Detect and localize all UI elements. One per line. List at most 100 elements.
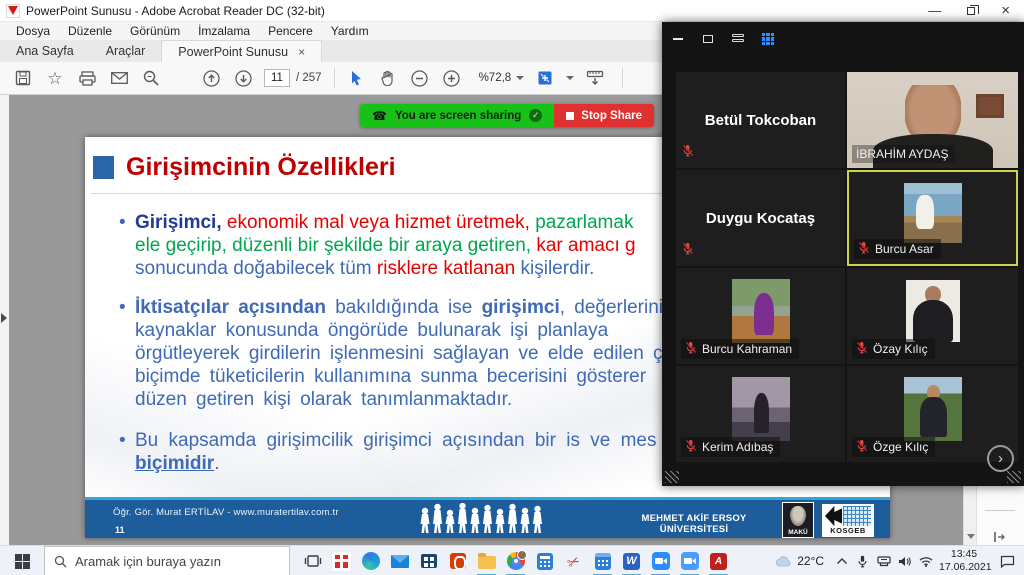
edge-taskbar-icon[interactable] [356, 546, 385, 575]
participant-tile-kerim-adıbaş[interactable]: Kerim Adıbaş [676, 366, 845, 462]
toolbar-separator [333, 68, 335, 88]
page-fit-icon[interactable] [532, 66, 558, 90]
star-icon[interactable]: ☆ [42, 66, 68, 90]
chrome-taskbar-icon[interactable] [501, 546, 530, 575]
panel-divider [985, 510, 1015, 511]
mic-icon[interactable] [854, 546, 872, 575]
close-button[interactable]: × [1001, 3, 1010, 18]
participant-video [903, 183, 962, 244]
title-bar: PowerPoint Sunusu - Adobe Acrobat Reader… [0, 0, 1024, 22]
title-bullet-square [93, 156, 114, 179]
hand-icon[interactable] [375, 66, 401, 90]
menu-item-yardım[interactable]: Yardım [323, 23, 377, 39]
participant-video [905, 280, 960, 343]
search-icon[interactable] [138, 66, 164, 90]
maku-portrait [790, 506, 806, 526]
menu-item-i̇mzalama[interactable]: İmzalama [190, 23, 258, 39]
taskbar-search-input[interactable]: Aramak için buraya yazın [44, 546, 290, 575]
store-taskbar-icon[interactable] [414, 546, 443, 575]
start-button[interactable] [0, 546, 44, 575]
participant-name: Duygu Kocataş [705, 209, 816, 227]
gift-taskbar-icon[interactable] [327, 546, 356, 575]
stop-icon [566, 111, 575, 120]
mic-muted-icon [856, 341, 868, 357]
minimize-icon[interactable] [670, 32, 686, 46]
mic-muted-icon [682, 242, 694, 260]
zoom-dropdown-icon[interactable] [516, 76, 525, 80]
chevron-up-icon[interactable] [833, 546, 851, 575]
zoom-in-icon[interactable] [439, 66, 465, 90]
print-icon[interactable] [74, 66, 100, 90]
kosgeb-logo: KOSGEB [822, 504, 874, 537]
calculator-taskbar-icon[interactable] [530, 546, 559, 575]
task-view-taskbar-icon[interactable] [298, 546, 327, 575]
explorer-taskbar-icon[interactable] [472, 546, 501, 575]
participant-video [903, 377, 962, 442]
menu-item-pencere[interactable]: Pencere [260, 23, 321, 39]
slide-title: Girişimcinin Özellikleri [126, 153, 396, 181]
participant-tile-i̇brahi̇m-aydaş[interactable]: İBRAHİM AYDAŞ [847, 72, 1018, 168]
action-center-icon[interactable] [992, 546, 1022, 575]
page-down-icon[interactable] [230, 66, 256, 90]
tab-close-icon[interactable]: × [298, 45, 305, 59]
ethernet-icon[interactable] [875, 546, 893, 575]
shield-check-icon: ✓ [529, 109, 543, 122]
next-page-button[interactable]: › [987, 445, 1014, 472]
left-panel-toggle-icon[interactable] [1, 313, 7, 323]
speaker-view-icon[interactable] [730, 32, 746, 46]
save-icon[interactable] [10, 66, 36, 90]
participant-tile-burcu-kahraman[interactable]: Burcu Kahraman [676, 268, 845, 364]
email-icon[interactable] [106, 66, 132, 90]
participant-name: Betül Tokcoban [704, 111, 817, 129]
weather-widget[interactable]: 22°C [768, 554, 831, 568]
fit-dropdown-icon[interactable] [566, 76, 575, 80]
office-taskbar-icon[interactable] [443, 546, 472, 575]
scroll-down-icon[interactable] [967, 534, 975, 539]
participant-tile-özay-kılıç[interactable]: Özay Kılıç [847, 268, 1018, 364]
resize-handle-right[interactable] [1007, 471, 1021, 483]
zoom-taskbar-icon[interactable] [675, 546, 704, 575]
mic-muted-icon [682, 144, 694, 162]
tab-araçlar[interactable]: Araçlar [90, 40, 162, 62]
tab-powerpoint-sunusu[interactable]: PowerPoint Sunusu × [161, 40, 323, 62]
menu-item-görünüm[interactable]: Görünüm [122, 23, 188, 39]
zoom-level[interactable]: %72,8 [479, 72, 512, 84]
menu-item-düzenle[interactable]: Düzenle [60, 23, 120, 39]
zoom-out-icon[interactable] [407, 66, 433, 90]
maku-logo: MAKÜ [782, 502, 814, 538]
taskbar: Aramak için buraya yazın ✂ W A 22°C 13:45 … [0, 545, 1024, 575]
speaker-icon[interactable] [896, 546, 914, 575]
university-name: MEHMET AKİF ERSOY ÜNİVERSİTESİ [641, 513, 747, 535]
select-arrow-icon[interactable] [343, 66, 369, 90]
snip-taskbar-icon[interactable]: ✂ [559, 546, 588, 575]
word-taskbar-icon[interactable]: W [617, 546, 646, 575]
taskbar-clock[interactable]: 13:45 17.06.2021 [936, 548, 992, 574]
tab-ana-sayfa[interactable]: Ana Sayfa [0, 40, 90, 62]
gallery-view-icon[interactable] [760, 32, 776, 46]
participant-tile-betül-tokcoban[interactable]: Betül Tokcoban [676, 72, 845, 168]
mic-muted-icon [685, 341, 697, 357]
phone-icon: ☎ [372, 108, 387, 123]
acrobat-taskbar-icon[interactable]: A [704, 546, 733, 575]
sharing-status: ☎ You are screen sharing ✓ [360, 104, 555, 127]
toolbar-separator [622, 68, 624, 88]
ruler-icon[interactable] [582, 66, 608, 90]
mail-taskbar-icon[interactable] [385, 546, 414, 575]
screen-sharing-bar: ☎ You are screen sharing ✓ Stop Share [360, 104, 655, 127]
restore-button[interactable] [967, 4, 980, 17]
resize-handle-left[interactable] [665, 471, 679, 483]
minimize-button[interactable]: — [928, 4, 941, 17]
stop-share-button[interactable]: Stop Share [554, 104, 655, 127]
calendar-taskbar-icon[interactable] [588, 546, 617, 575]
wifi-icon[interactable] [917, 546, 935, 575]
page-up-icon[interactable] [198, 66, 224, 90]
slide-footer: Öğr. Gör. Murat ERTİLAV - www.muratertil… [85, 497, 890, 538]
page-number-input[interactable]: 11 [264, 69, 290, 87]
participant-name-label: Burcu Kahraman [681, 339, 800, 359]
camera-taskbar-icon[interactable] [646, 546, 675, 575]
menu-item-dosya[interactable]: Dosya [8, 23, 58, 39]
participant-tile-burcu-asar[interactable]: Burcu Asar [847, 170, 1018, 266]
window-title: PowerPoint Sunusu - Adobe Acrobat Reader… [26, 3, 325, 18]
window-icon[interactable] [700, 32, 716, 46]
participant-tile-duygu-kocataş[interactable]: Duygu Kocataş [676, 170, 845, 266]
